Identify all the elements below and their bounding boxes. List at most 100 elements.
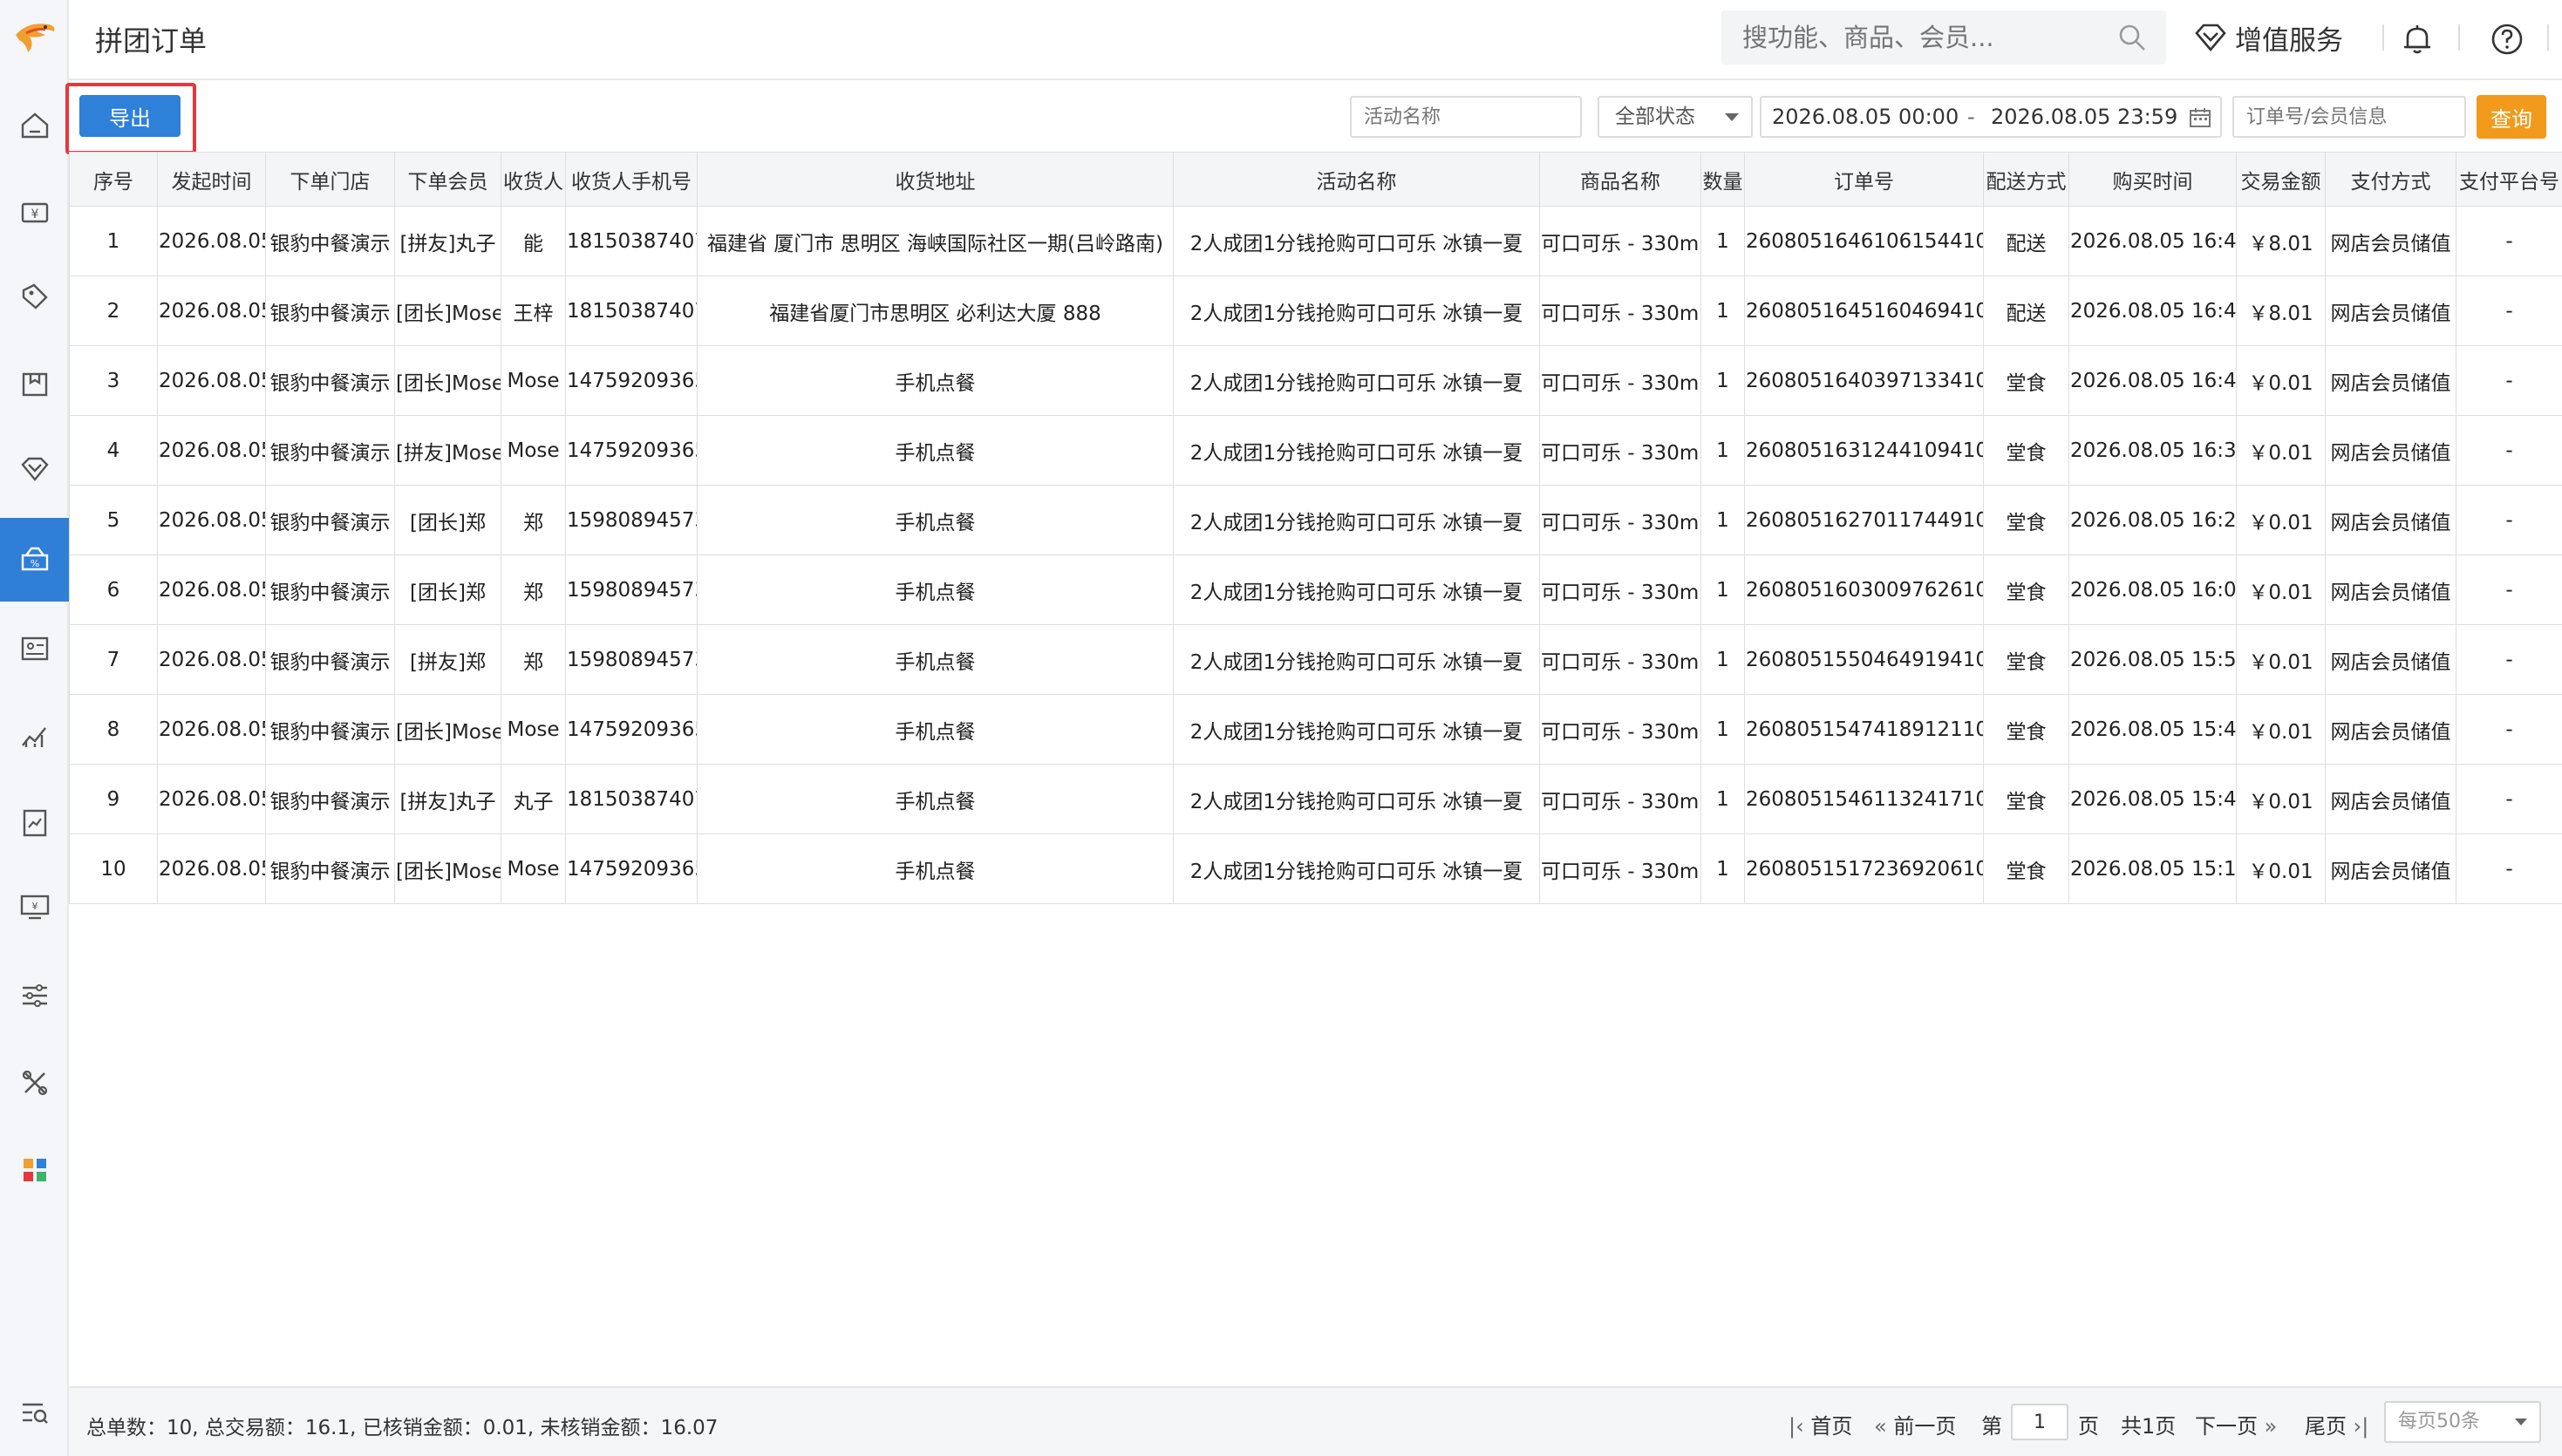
table-row[interactable]: 9 2026.08.05 银豹中餐演示 [拼友]丸子 丸子 18150387407 手机点餐…: [69, 764, 2562, 834]
table-cell: 1: [1700, 206, 1745, 276]
per-page-value: 每页50条: [2398, 1411, 2480, 1432]
table-cell: 福建省厦门市思明区 必利达大厦 888: [697, 276, 1174, 346]
table-cell: 14759209365: [565, 833, 698, 904]
sidebar-item-settings[interactable]: [0, 954, 69, 1038]
activity-name-input[interactable]: [1350, 96, 1582, 138]
table-cell: -: [2456, 555, 2562, 625]
table-cell: ￥0.01: [2236, 694, 2326, 765]
table-cell: 堂食: [1983, 555, 2069, 625]
table-cell: Mose: [501, 694, 566, 765]
first-page-icon: |‹: [1789, 1414, 1804, 1439]
last-page-button[interactable]: 尾页 ›|: [2305, 1409, 2368, 1439]
table-row[interactable]: 6 2026.08.05 银豹中餐演示 [团长]郑郑 15980894573 手机点餐 2人…: [69, 555, 2562, 625]
sidebar-item-analytics[interactable]: [0, 694, 69, 778]
table-cell: [团长]Mose: [394, 276, 501, 346]
column-header: 发起时间: [157, 152, 266, 207]
search-icon[interactable]: [2117, 23, 2147, 52]
table-cell: 2026.08.05 16:46: [2068, 206, 2237, 276]
table-cell: Mose: [501, 415, 566, 486]
order-member-search-input[interactable]: [2232, 96, 2466, 138]
apps-icon: [23, 1159, 46, 1181]
bell-icon[interactable]: [2399, 21, 2436, 58]
first-page-button[interactable]: |‹ 首页: [1789, 1409, 1852, 1439]
global-search[interactable]: [1721, 10, 2166, 65]
table-cell: 银豹中餐演示: [265, 555, 395, 625]
sidebar-item-group-buy[interactable]: %: [0, 518, 69, 602]
table-cell: 2026.08.05 16:27: [2068, 485, 2237, 555]
sidebar-item-cashier[interactable]: ¥: [0, 171, 69, 255]
sidebar-item-promotion[interactable]: [0, 255, 69, 338]
table-cell: 堂食: [1983, 345, 2069, 416]
table-cell: 堂食: [1983, 764, 2069, 834]
table-cell: 2026.08.05 16:31: [2068, 415, 2237, 486]
table-cell: 可口可乐 - 330ml: [1539, 694, 1701, 765]
column-header: 订单号: [1744, 152, 1984, 207]
table-cell: 26080516270117449104: [1744, 485, 1984, 555]
column-header: 序号: [69, 152, 158, 207]
column-header: 交易金额: [2236, 152, 2326, 207]
table-row[interactable]: 10 2026.08.05 银豹中餐演示 [团长]Mose Mose 1475920936…: [69, 833, 2562, 904]
header-divider: [2547, 24, 2549, 51]
sidebar-item-tools[interactable]: [0, 1041, 69, 1125]
table-row[interactable]: 8 2026.08.05 银豹中餐演示 [团长]Mose Mose 14759209365…: [69, 694, 2562, 765]
next-page-label: 下一页: [2195, 1414, 2258, 1439]
table-cell: 2026.08.05: [157, 764, 266, 834]
table-row[interactable]: 4 2026.08.05 银豹中餐演示 [拼友]Mose Mose 14759209365…: [69, 415, 2562, 486]
column-header: 下单会员: [394, 152, 501, 207]
table-cell: 2人成团1分钱抢购可口可乐 冰镇一夏: [1173, 485, 1540, 555]
export-button[interactable]: 导出: [79, 95, 181, 137]
sidebar-item-home[interactable]: [0, 84, 69, 167]
table-cell: 2026.08.05 15:47: [2068, 694, 2237, 765]
page-number-input[interactable]: [2011, 1404, 2068, 1440]
sidebar-item-report[interactable]: [0, 781, 69, 865]
table-cell: Mose: [501, 833, 566, 904]
table-cell: [团长]Mose: [394, 694, 501, 765]
table-cell: 2人成团1分钱抢购可口可乐 冰镇一夏: [1173, 694, 1540, 765]
date-end: 2026.08.05 23:59: [1991, 105, 2178, 129]
table-cell: -: [2456, 833, 2562, 904]
table-cell: 8: [69, 694, 158, 765]
date-separator: -: [1967, 105, 1975, 129]
table-cell: 堂食: [1983, 415, 2069, 486]
table-row[interactable]: 2 2026.08.05 银豹中餐演示 [团长]Mose 王梓 18150387407 福建…: [69, 276, 2562, 346]
contacts-icon: [21, 636, 48, 661]
table-cell: 2026.08.05 15:46: [2068, 764, 2237, 834]
header-divider: [2382, 24, 2384, 51]
table-cell: [拼友]丸子: [394, 764, 501, 834]
sidebar-item-member[interactable]: [0, 427, 69, 511]
date-range-picker[interactable]: 2026.08.05 00:00 - 2026.08.05 23:59: [1760, 96, 2222, 138]
next-page-button[interactable]: 下一页 »: [2195, 1409, 2277, 1439]
sidebar-item-search-menu[interactable]: [0, 1371, 69, 1454]
table-row[interactable]: 3 2026.08.05 银豹中餐演示 [团长]Mose Mose 14759209365…: [69, 345, 2562, 416]
table-row[interactable]: 1 2026.08.05 银豹中餐演示 [拼友]丸子能 18150387407 福建省 厦…: [69, 206, 2562, 276]
table-cell: 银豹中餐演示: [265, 694, 395, 765]
help-icon[interactable]: [2489, 21, 2525, 58]
table-cell: 堂食: [1983, 694, 2069, 765]
table-cell: 网店会员储值: [2325, 624, 2456, 695]
table-body: 1 2026.08.05 银豹中餐演示 [拼友]丸子能 18150387407 福建省 厦…: [69, 206, 2562, 904]
sidebar-item-product[interactable]: [0, 342, 69, 425]
global-search-input[interactable]: [1721, 10, 2079, 65]
table-row[interactable]: 5 2026.08.05 银豹中餐演示 [团长]郑郑 15980894573 手机点餐 2人…: [69, 485, 2562, 555]
sidebar-item-contacts[interactable]: [0, 607, 69, 691]
status-select[interactable]: 全部状态: [1598, 96, 1753, 138]
query-button[interactable]: 查询: [2477, 95, 2546, 139]
table-cell: 2026.08.05: [157, 624, 266, 695]
chevron-down-icon: [1725, 113, 1739, 121]
table-cell: 26080516451604694104: [1744, 276, 1984, 346]
table-cell: [拼友]Mose: [394, 415, 501, 486]
per-page-select[interactable]: 每页50条: [2384, 1401, 2541, 1443]
table-cell: 2人成团1分钱抢购可口可乐 冰镇一夏: [1173, 555, 1540, 625]
value-added-services-label: 增值服务: [2235, 24, 2343, 57]
chevron-down-icon: [2515, 1419, 2527, 1425]
table-cell: ￥0.01: [2236, 415, 2326, 486]
table-cell: 银豹中餐演示: [265, 485, 395, 555]
table-cell: 可口可乐 - 330ml: [1539, 345, 1701, 416]
sidebar-item-apps[interactable]: [0, 1128, 69, 1212]
sidebar-item-monitor[interactable]: ¥: [0, 865, 69, 949]
table-row[interactable]: 7 2026.08.05 银豹中餐演示 [拼友]郑郑 15980894573 手机点餐 2人…: [69, 624, 2562, 695]
value-added-services-button[interactable]: 增值服务: [2193, 17, 2343, 58]
table-cell: 14759209365: [565, 415, 698, 486]
table-cell: 9: [69, 764, 158, 834]
prev-page-button[interactable]: « 前一页: [1874, 1409, 1956, 1439]
